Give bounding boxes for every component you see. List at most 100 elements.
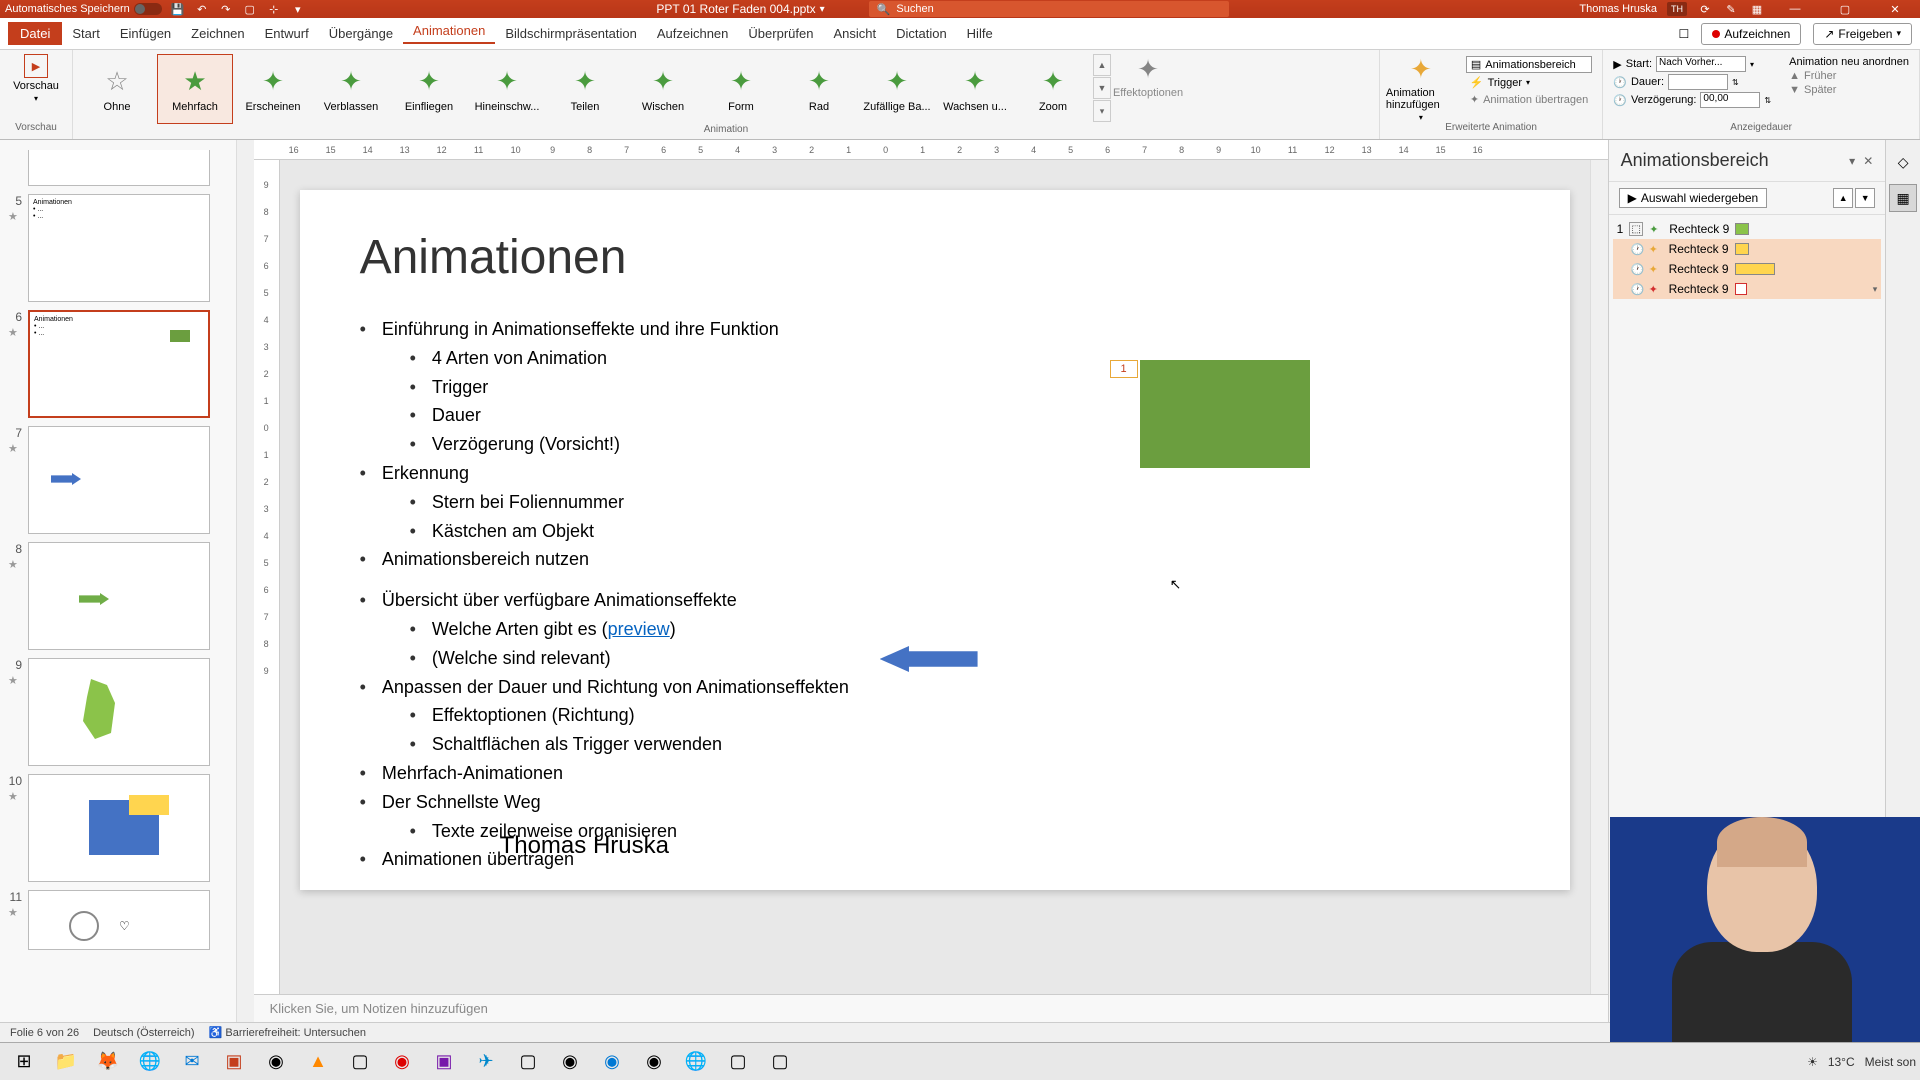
share-button[interactable]: ↗Freigeben▾ xyxy=(1813,23,1912,45)
start-chevron-icon[interactable]: ▾ xyxy=(1750,60,1754,69)
anim-entry-1[interactable]: 1 ⬚ ✦ Rechteck 9 xyxy=(1613,219,1882,239)
anim-entry-dropdown-icon[interactable]: ▾ xyxy=(1873,284,1878,295)
accessibility-check[interactable]: ♿ Barrierefreiheit: Untersuchen xyxy=(209,1026,366,1039)
thumbnails-scrollbar[interactable] xyxy=(236,140,253,1022)
task-obs-icon[interactable]: ◉ xyxy=(550,1045,590,1079)
thumb-5[interactable]: Animationen• ...• ... xyxy=(28,194,210,302)
maximize-button[interactable]: ▢ xyxy=(1825,1,1865,17)
gallery-expand-icon[interactable]: ▾ xyxy=(1093,100,1111,122)
task-onenote-icon[interactable]: ▣ xyxy=(424,1045,464,1079)
task-chrome-icon[interactable]: 🌐 xyxy=(130,1045,170,1079)
draw-mode-icon[interactable]: ✎ xyxy=(1723,1,1739,17)
tab-animations[interactable]: Animationen xyxy=(403,23,495,44)
slide-title[interactable]: Animationen xyxy=(360,230,1510,285)
slide-scrollbar[interactable] xyxy=(1590,160,1608,994)
language-indicator[interactable]: Deutsch (Österreich) xyxy=(93,1027,194,1039)
thumb-4-partial[interactable] xyxy=(28,150,210,186)
anim-appear[interactable]: ✦Erscheinen xyxy=(235,54,311,124)
task-firefox-icon[interactable]: 🦊 xyxy=(88,1045,128,1079)
anim-entry-2[interactable]: 🕐 ✦ Rechteck 9 xyxy=(1613,239,1882,259)
thumb-11[interactable]: ♡ xyxy=(28,890,210,950)
tab-dictation[interactable]: Dictation xyxy=(886,26,957,41)
slide[interactable]: Animationen Einführung in Animationseffe… xyxy=(300,190,1570,890)
tab-help[interactable]: Hilfe xyxy=(957,26,1003,41)
anim-entry-4[interactable]: 🕐 ✦ Rechteck 9 ▾ xyxy=(1613,279,1882,299)
thumb-6[interactable]: Animationen• ...• ... xyxy=(28,310,210,418)
anim-none[interactable]: ☆Ohne xyxy=(79,54,155,124)
user-avatar[interactable]: TH xyxy=(1667,2,1687,16)
anim-pane-close-icon[interactable]: ✕ xyxy=(1863,154,1873,168)
task-explorer-icon[interactable]: 📁 xyxy=(46,1045,86,1079)
anim-pane-chevron-icon[interactable]: ▾ xyxy=(1849,154,1855,168)
tab-review[interactable]: Überprüfen xyxy=(738,26,823,41)
autosave-toggle[interactable]: Automatisches Speichern xyxy=(5,3,162,15)
save-icon[interactable]: 💾 xyxy=(170,1,186,17)
slide-counter[interactable]: Folie 6 von 26 xyxy=(10,1027,79,1039)
preview-link[interactable]: preview xyxy=(608,619,670,639)
thumb-10[interactable] xyxy=(28,774,210,882)
side-tool-designer[interactable]: ◇ xyxy=(1889,148,1917,176)
anim-random[interactable]: ✦Zufällige Ba... xyxy=(859,54,935,124)
task-telegram-icon[interactable]: ✈ xyxy=(466,1045,506,1079)
anim-entry-3[interactable]: 🕐 ✦ Rechteck 9 xyxy=(1613,259,1882,279)
record-button[interactable]: Aufzeichnen xyxy=(1701,23,1801,45)
start-button[interactable]: ⊞ xyxy=(4,1045,44,1079)
task-edge-icon[interactable]: 🌐 xyxy=(676,1045,716,1079)
tab-transitions[interactable]: Übergänge xyxy=(319,26,403,41)
tab-view[interactable]: Ansicht xyxy=(823,26,886,41)
tab-insert[interactable]: Einfügen xyxy=(110,26,181,41)
gallery-down-icon[interactable]: ▼ xyxy=(1093,77,1111,99)
trigger-button[interactable]: ⚡Trigger▾ xyxy=(1466,75,1592,90)
autosave-switch[interactable] xyxy=(134,3,162,15)
task-outlook-icon[interactable]: ✉ xyxy=(172,1045,212,1079)
notes-pane[interactable]: Klicken Sie, um Notizen hinzuzufügen xyxy=(254,994,1608,1022)
tab-home[interactable]: Start xyxy=(62,26,109,41)
add-animation-button[interactable]: ✦ Animation hinzufügen ▾ xyxy=(1386,54,1456,122)
task-vlc-icon[interactable]: ▲ xyxy=(298,1045,338,1079)
green-rectangle-shape[interactable] xyxy=(1140,360,1310,468)
sync-icon[interactable]: ⟳ xyxy=(1697,1,1713,17)
tab-design[interactable]: Entwurf xyxy=(255,26,319,41)
qat-more-icon[interactable]: ▾ xyxy=(290,1,306,17)
anim-multiple[interactable]: ★Mehrfach xyxy=(157,54,233,124)
task-app2-icon[interactable]: ▢ xyxy=(340,1045,380,1079)
window-layout-icon[interactable]: ▦ xyxy=(1749,1,1765,17)
tab-slideshow[interactable]: Bildschirmpräsentation xyxy=(495,26,647,41)
anim-fade[interactable]: ✦Verblassen xyxy=(313,54,389,124)
thumb-8[interactable] xyxy=(28,542,210,650)
side-tool-anim[interactable]: ▦ xyxy=(1889,184,1917,212)
move-down-button[interactable]: ▼ xyxy=(1855,188,1875,208)
collapse-ribbon-icon[interactable]: ☐ xyxy=(1679,27,1690,41)
tab-record[interactable]: Aufzeichnen xyxy=(647,26,739,41)
present-icon[interactable]: ▢ xyxy=(242,1,258,17)
duration-input[interactable] xyxy=(1668,74,1728,90)
duration-spinner-icon[interactable]: ⇅ xyxy=(1732,78,1739,87)
close-button[interactable]: ✕ xyxy=(1875,1,1915,17)
user-name[interactable]: Thomas Hruska xyxy=(1579,3,1657,15)
redo-icon[interactable]: ↷ xyxy=(218,1,234,17)
animation-indicator[interactable]: 1 xyxy=(1110,360,1138,378)
thumb-7[interactable] xyxy=(28,426,210,534)
task-powerpoint-icon[interactable]: ▣ xyxy=(214,1045,254,1079)
minimize-button[interactable]: — xyxy=(1775,1,1815,17)
task-app7-icon[interactable]: ▢ xyxy=(718,1045,758,1079)
task-app3-icon[interactable]: ◉ xyxy=(382,1045,422,1079)
anim-floatin[interactable]: ✦Hineinschw... xyxy=(469,54,545,124)
gallery-more[interactable]: ▲ ▼ ▾ xyxy=(1093,54,1111,122)
tab-draw[interactable]: Zeichnen xyxy=(181,26,254,41)
slide-canvas[interactable]: Animationen Einführung in Animationseffe… xyxy=(280,160,1590,994)
task-app6-icon[interactable]: ◉ xyxy=(634,1045,674,1079)
slide-body[interactable]: Einführung in Animationseffekte und ihre… xyxy=(360,315,1510,874)
task-app1-icon[interactable]: ◉ xyxy=(256,1045,296,1079)
move-up-button[interactable]: ▲ xyxy=(1833,188,1853,208)
anim-split[interactable]: ✦Teilen xyxy=(547,54,623,124)
anim-zoom[interactable]: ✦Zoom xyxy=(1015,54,1091,124)
task-app8-icon[interactable]: ▢ xyxy=(760,1045,800,1079)
tab-file[interactable]: Datei xyxy=(8,22,62,45)
thumb-9[interactable] xyxy=(28,658,210,766)
touch-icon[interactable]: ⊹ xyxy=(266,1,282,17)
animation-pane-toggle[interactable]: ▤Animationsbereich xyxy=(1466,56,1592,73)
delay-input[interactable]: 00,00 xyxy=(1700,92,1760,108)
anim-grow[interactable]: ✦Wachsen u... xyxy=(937,54,1013,124)
task-app4-icon[interactable]: ▢ xyxy=(508,1045,548,1079)
